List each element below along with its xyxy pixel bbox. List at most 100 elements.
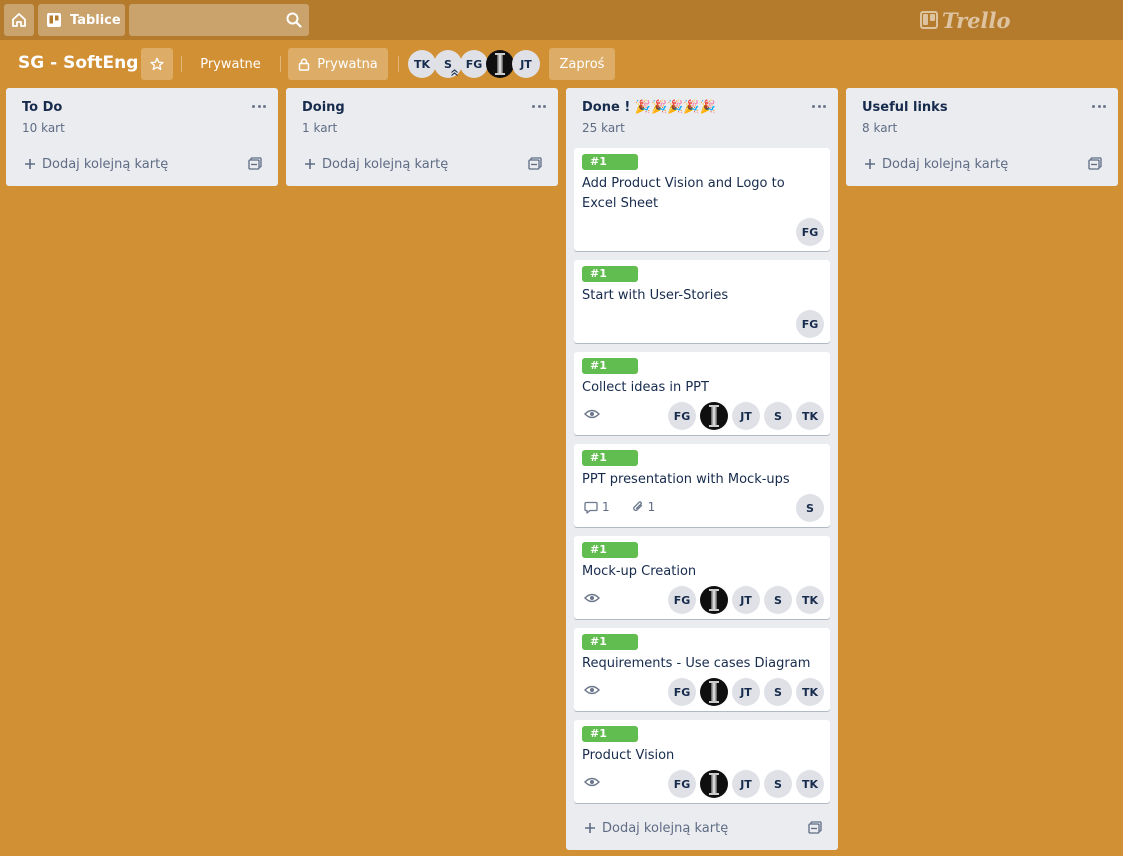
visibility-button[interactable]: Prywatna	[288, 48, 388, 80]
card-requirements-use-cases[interactable]: #1 Requirements - Use cases Diagram FG J…	[574, 628, 830, 711]
member-avatar[interactable]: JT	[732, 678, 760, 706]
add-card-label: Dodaj kolejną kartę	[322, 156, 449, 172]
visibility-label: Prywatna	[317, 56, 378, 72]
card-collect-ideas[interactable]: #1 Collect ideas in PPT FG JT S TK	[574, 352, 830, 435]
eye-icon	[584, 685, 600, 695]
list-done: Done ! 🎉🎉🎉🎉🎉 25 kart #1 Add Product Visi…	[566, 88, 838, 850]
card-label[interactable]: #1	[582, 726, 638, 742]
search-icon	[286, 12, 302, 28]
card-label[interactable]: #1	[582, 542, 638, 558]
list-title[interactable]: Doing	[302, 100, 345, 115]
member-avatar[interactable]: TK	[796, 770, 824, 798]
list-menu-icon[interactable]	[252, 105, 266, 109]
member-avatar[interactable]: FG	[796, 310, 824, 338]
add-card-label: Dodaj kolejną kartę	[882, 156, 1009, 172]
avatar-image	[709, 773, 719, 795]
trello-logo-text: Trello	[942, 7, 1011, 33]
card-label[interactable]: #1	[582, 358, 638, 374]
card-members: FG	[796, 218, 824, 246]
lock-icon	[298, 58, 310, 71]
list-title[interactable]: Done ! 🎉🎉🎉🎉🎉	[582, 100, 716, 115]
admin-chevron-icon	[451, 69, 458, 76]
member-avatar[interactable]: FG	[668, 586, 696, 614]
add-card-button[interactable]: Dodaj kolejną kartę	[14, 150, 270, 178]
add-card-button[interactable]: Dodaj kolejną kartę	[854, 150, 1110, 178]
card-product-vision[interactable]: #1 Product Vision FG JT S TK	[574, 720, 830, 803]
card-template-icon[interactable]	[248, 157, 262, 170]
card-label[interactable]: #1	[582, 266, 638, 282]
member-avatar[interactable]: TK	[796, 402, 824, 430]
member-avatar[interactable]: FG	[668, 770, 696, 798]
card-start-user-stories[interactable]: #1 Start with User-Stories FG	[574, 260, 830, 343]
member-avatar[interactable]: TK	[796, 586, 824, 614]
member-avatar[interactable]: S	[434, 50, 462, 78]
card-mockup-creation[interactable]: #1 Mock-up Creation FG JT S TK	[574, 536, 830, 619]
card-members: FG JT S TK	[668, 678, 824, 706]
list-title[interactable]: Useful links	[862, 100, 948, 115]
top-header: Tablice Trello	[0, 0, 1123, 40]
card-label[interactable]: #1	[582, 634, 638, 650]
member-avatar[interactable]: S	[764, 402, 792, 430]
member-avatar-photo[interactable]	[700, 678, 728, 706]
member-avatar[interactable]: JT	[512, 50, 540, 78]
card-template-icon[interactable]	[808, 821, 822, 834]
card-add-product-vision[interactable]: #1 Add Product Vision and Logo to Excel …	[574, 148, 830, 251]
trello-logo[interactable]: Trello	[920, 6, 1011, 34]
card-template-icon[interactable]	[528, 157, 542, 170]
member-avatar[interactable]: FG	[796, 218, 824, 246]
member-avatar-photo[interactable]	[700, 402, 728, 430]
card-members: FG JT S TK	[668, 770, 824, 798]
boards-icon	[47, 13, 61, 27]
plus-icon	[305, 159, 315, 169]
board-title[interactable]: SG - SoftEng	[18, 53, 138, 73]
card-label[interactable]: #1	[582, 450, 638, 466]
search-input[interactable]	[129, 4, 309, 36]
member-avatar[interactable]: FG	[668, 678, 696, 706]
add-card-label: Dodaj kolejną kartę	[602, 820, 729, 836]
list-menu-icon[interactable]	[1092, 105, 1106, 109]
list-title[interactable]: To Do	[22, 100, 62, 115]
list-menu-icon[interactable]	[532, 105, 546, 109]
list-useful-links: Useful links 8 kart Dodaj kolejną kartę	[846, 88, 1118, 186]
avatar-image	[709, 681, 719, 703]
card-template-icon[interactable]	[1088, 157, 1102, 170]
card-title: Start with User-Stories	[582, 288, 729, 303]
list-card-count: 8 kart	[862, 121, 898, 135]
plus-icon	[25, 159, 35, 169]
card-label[interactable]: #1	[582, 154, 638, 170]
member-avatar-photo[interactable]	[486, 50, 514, 78]
member-avatar[interactable]: FG	[668, 402, 696, 430]
card-badges: 1 1	[584, 500, 655, 514]
member-avatar[interactable]: JT	[732, 770, 760, 798]
eye-icon	[584, 777, 600, 787]
list-menu-icon[interactable]	[812, 105, 826, 109]
add-card-button[interactable]: Dodaj kolejną kartę	[294, 150, 550, 178]
eye-icon	[584, 593, 600, 603]
card-members: S	[796, 494, 824, 522]
team-button[interactable]: Prywatne	[190, 48, 271, 80]
card-ppt-presentation[interactable]: #1 PPT presentation with Mock-ups 1 1 S	[574, 444, 830, 527]
add-card-button[interactable]: Dodaj kolejną kartę	[574, 814, 830, 842]
invite-button[interactable]: Zaproś	[549, 48, 615, 80]
member-avatar[interactable]: S	[764, 770, 792, 798]
home-button[interactable]	[4, 4, 34, 36]
boards-button[interactable]: Tablice	[38, 4, 125, 36]
star-button[interactable]	[141, 48, 173, 80]
member-avatar[interactable]: JT	[732, 586, 760, 614]
board-members: TK S FG JT	[408, 50, 540, 78]
card-title: Add Product Vision and Logo to Excel She…	[582, 176, 785, 211]
home-icon	[12, 13, 26, 27]
member-avatar[interactable]: JT	[732, 402, 760, 430]
member-avatar[interactable]: S	[764, 586, 792, 614]
member-avatar-photo[interactable]	[700, 586, 728, 614]
card-members: FG JT S TK	[668, 586, 824, 614]
member-avatar[interactable]: S	[764, 678, 792, 706]
member-avatar-photo[interactable]	[700, 770, 728, 798]
card-members: FG JT S TK	[668, 402, 824, 430]
member-avatar[interactable]: TK	[408, 50, 436, 78]
member-avatar[interactable]: S	[796, 494, 824, 522]
member-avatar[interactable]: TK	[796, 678, 824, 706]
card-title: PPT presentation with Mock-ups	[582, 472, 790, 487]
card-title: Product Vision	[582, 748, 675, 763]
member-avatar[interactable]: FG	[460, 50, 488, 78]
